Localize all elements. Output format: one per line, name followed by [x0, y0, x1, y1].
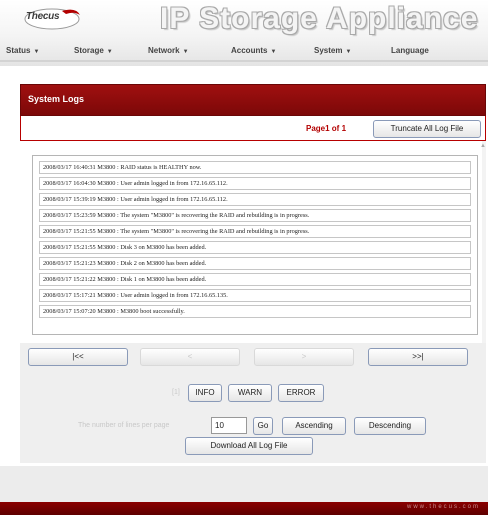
log-entry: 2008/03/17 15:21:55 M3800 : Disk 3 on M3…	[39, 241, 471, 254]
log-list: 2008/03/17 16:40:31 M3800 : RAID status …	[32, 155, 478, 335]
scroll-up-icon[interactable]: ▲	[480, 143, 486, 149]
warn-filter-button[interactable]: WARN	[228, 384, 272, 402]
ascending-button[interactable]: Ascending	[282, 417, 346, 435]
footer: www.thecus.com	[0, 502, 488, 515]
previous-page-button[interactable]: <	[140, 348, 240, 366]
menu-divider	[0, 60, 488, 62]
log-entry: 2008/03/17 15:23:59 M3800 : The system "…	[39, 209, 471, 222]
log-controls: |<< < > >>| [1] INFO WARN ERROR The numb…	[20, 343, 486, 463]
menu-storage[interactable]: Storage ▼	[74, 46, 113, 55]
menu-system[interactable]: System ▼	[314, 46, 351, 55]
caret-down-icon: ▼	[182, 49, 189, 55]
log-entry: 2008/03/17 15:21:22 M3800 : Disk 1 on M3…	[39, 273, 471, 286]
next-page-button[interactable]: >	[254, 348, 354, 366]
descending-button[interactable]: Descending	[354, 417, 426, 435]
caret-down-icon: ▼	[345, 49, 352, 55]
error-filter-button[interactable]: ERROR	[278, 384, 324, 402]
lines-per-page-input[interactable]: 10	[211, 417, 247, 434]
main-menu: Status ▼ Storage ▼ Network ▼ Accounts ▼ Syst…	[0, 42, 488, 60]
first-page-button[interactable]: |<<	[28, 348, 128, 366]
info-filter-button[interactable]: INFO	[188, 384, 222, 402]
log-entry: 2008/03/17 16:40:31 M3800 : RAID status …	[39, 161, 471, 174]
go-button[interactable]: Go	[253, 417, 273, 435]
menu-status[interactable]: Status ▼	[6, 46, 39, 55]
menu-network[interactable]: Network ▼	[148, 46, 189, 55]
pager-bar: Page1 of 1 Truncate All Log File	[20, 116, 486, 141]
log-entry: 2008/03/17 15:17:21 M3800 : User admin l…	[39, 289, 471, 302]
truncate-all-log-button[interactable]: Truncate All Log File	[373, 120, 481, 138]
log-entry: 2008/03/17 15:21:23 M3800 : Disk 2 on M3…	[39, 257, 471, 270]
download-all-log-button[interactable]: Download All Log File	[185, 437, 313, 455]
footer-url: www.thecus.com	[406, 504, 480, 510]
menu-language[interactable]: Language	[391, 46, 429, 55]
log-entry: 2008/03/17 15:07:20 M3800 : M3800 boot s…	[39, 305, 471, 318]
lines-per-page-label: The number of lines per page	[78, 422, 170, 429]
last-page-button[interactable]: >>|	[368, 348, 468, 366]
caret-down-icon: ▼	[270, 49, 277, 55]
caret-down-icon: ▼	[106, 49, 113, 55]
log-entry: 2008/03/17 15:21:55 M3800 : The system "…	[39, 225, 471, 238]
page-info: Page1 of 1	[306, 124, 347, 133]
panel-title: System Logs	[20, 84, 486, 116]
caret-down-icon: ▼	[33, 49, 40, 55]
app-title: IP Storage Appliance	[160, 2, 479, 35]
filter-label: [1]	[172, 389, 180, 396]
footer-spacer	[0, 466, 488, 502]
app-header: Thecus IP Storage Appliance Status ▼ Stor…	[0, 0, 488, 66]
menu-accounts[interactable]: Accounts ▼	[231, 46, 276, 55]
system-logs-panel: System Logs Page1 of 1 Truncate All Log …	[20, 84, 486, 464]
logo-text: Thecus	[26, 11, 60, 22]
log-entry: 2008/03/17 15:39:19 M3800 : User admin l…	[39, 193, 471, 206]
log-entry: 2008/03/17 16:04:30 M3800 : User admin l…	[39, 177, 471, 190]
